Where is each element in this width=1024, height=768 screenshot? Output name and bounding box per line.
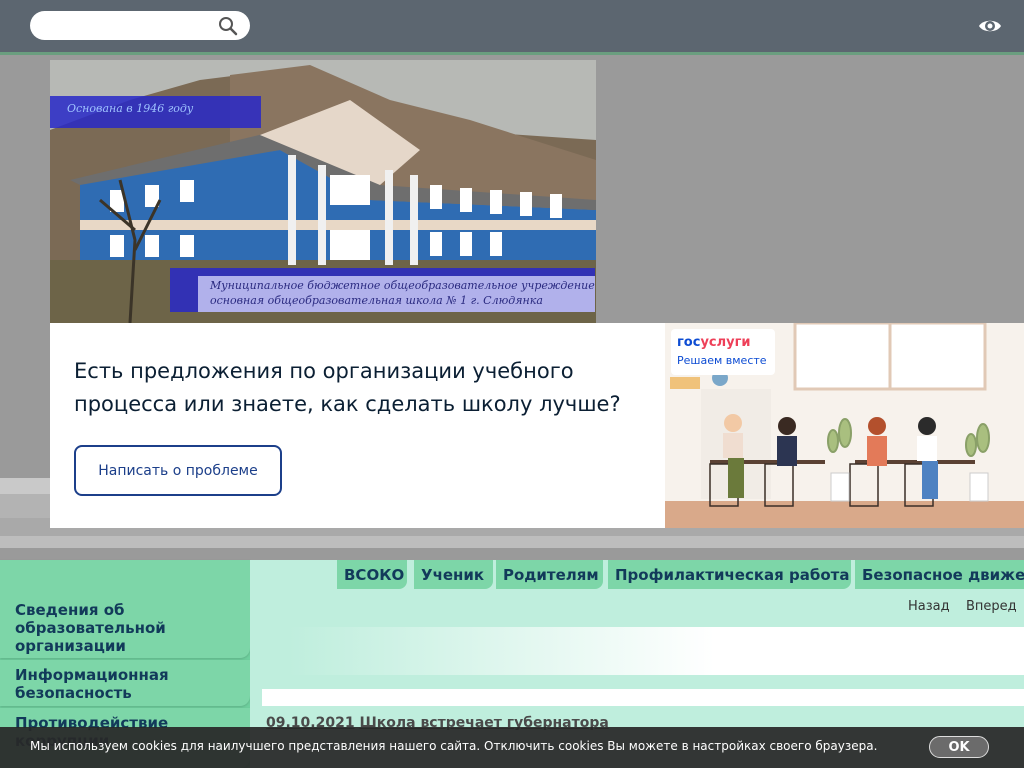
search-box[interactable]	[30, 11, 250, 40]
back-link[interactable]: Назад	[908, 599, 950, 614]
school-header-photo: Основана в 1946 году Муниципальное бюдже…	[50, 60, 596, 323]
school-name-text: Муниципальное бюджетное общеобразователь…	[198, 276, 595, 312]
tab-prevention[interactable]: Профилактическая работа	[608, 560, 851, 589]
tab-road-safety[interactable]: Безопасное движе	[855, 560, 1024, 589]
cookie-text: Мы используем cookies для наилучшего пре…	[30, 739, 878, 753]
classroom-illustration: госуслуги Решаем вместе	[665, 323, 1024, 528]
tab-vsoko[interactable]: ВСОКО	[337, 560, 407, 589]
white-bar	[262, 689, 1024, 706]
school-name-line2: основная общеобразовательная школа № 1 г…	[210, 294, 543, 307]
background-strip	[0, 536, 1024, 548]
tab-student[interactable]: Ученик	[414, 560, 493, 589]
top-bar	[0, 0, 1024, 55]
school-name-line1: Муниципальное бюджетное общеобразователь…	[210, 279, 595, 292]
gosuslugi-banner[interactable]: Есть предложения по организации учебного…	[50, 323, 1024, 528]
cookie-bar: Мы используем cookies для наилучшего пре…	[0, 727, 1024, 768]
school-name-plate: Муниципальное бюджетное общеобразователь…	[170, 268, 595, 312]
founded-caption: Основана в 1946 году	[50, 96, 261, 128]
gradient-bar	[250, 627, 1024, 675]
forward-link[interactable]: Вперед	[966, 599, 1017, 614]
background-strip	[0, 548, 1024, 560]
logo-part2: услуги	[700, 335, 751, 350]
gosuslugi-logo: госуслуги Решаем вместе	[671, 329, 775, 375]
search-input[interactable]	[42, 16, 216, 37]
logo-part1: гос	[677, 335, 701, 350]
sidebar-item-security[interactable]: Информационная безопасность	[0, 660, 250, 706]
logo-subtitle: Решаем вместе	[677, 354, 767, 367]
eye-icon[interactable]	[978, 16, 1002, 36]
write-problem-button[interactable]: Написать о проблеме	[74, 445, 282, 496]
tab-parents[interactable]: Родителям	[496, 560, 603, 589]
cookie-ok-button[interactable]: OK	[929, 736, 989, 758]
search-icon[interactable]	[218, 16, 238, 36]
banner-title: Есть предложения по организации учебного…	[74, 359, 621, 416]
sidebar-item-info[interactable]: Сведения об образовательной организации	[0, 560, 250, 658]
